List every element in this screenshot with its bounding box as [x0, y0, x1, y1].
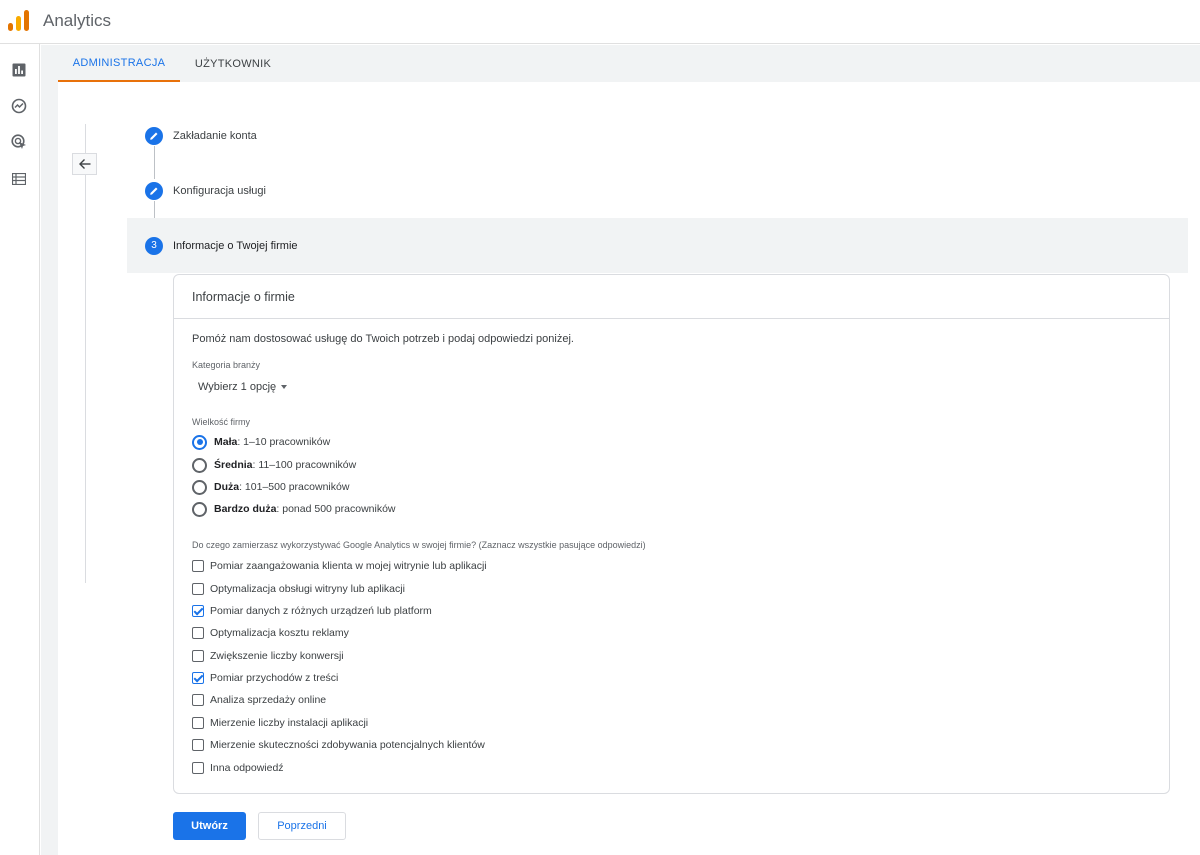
usage-question-label: Do czego zamierzasz wykorzystywać Google… [192, 540, 646, 550]
advertising-icon[interactable] [10, 133, 28, 151]
company-size-label: Wielkość firmy [192, 417, 250, 427]
checkbox-usage-optimize-site[interactable]: Optymalizacja obsługi witryny lub aplika… [192, 582, 405, 596]
arrow-back-icon [78, 159, 90, 169]
checkbox-usage-content-revenue[interactable]: Pomiar przychodów z treści [192, 671, 338, 685]
step-label: Konfiguracja usługi [173, 184, 266, 197]
industry-dropdown[interactable]: Wybierz 1 opcję [198, 381, 288, 393]
step-account-setup[interactable]: Zakładanie konta [127, 108, 1188, 163]
step-label: Informacje o Twojej firmie [173, 239, 298, 252]
checkbox[interactable] [192, 583, 204, 595]
step-business-info: 3 Informacje o Twojej firmie [127, 218, 1188, 273]
back-button[interactable] [72, 153, 97, 175]
checkbox-usage-ad-cost[interactable]: Optymalizacja kosztu reklamy [192, 626, 349, 640]
radio-button[interactable] [192, 434, 207, 450]
checkbox[interactable] [192, 762, 204, 774]
checkbox[interactable] [192, 560, 204, 572]
analytics-logo-icon [8, 10, 29, 31]
edit-pencil-icon [145, 126, 163, 145]
side-divider [85, 124, 86, 583]
step-label: Zakładanie konta [173, 129, 257, 142]
checkbox-usage-conversions[interactable]: Zwiększenie liczby konwersji [192, 649, 344, 663]
checkbox[interactable] [192, 717, 204, 729]
radio-button[interactable] [192, 501, 207, 517]
step-number-badge: 3 [145, 236, 163, 255]
industry-dropdown-value: Wybierz 1 opcję [198, 381, 277, 393]
app-title: Analytics [43, 11, 112, 30]
checkbox-usage-engagement[interactable]: Pomiar zaangażowania klienta w mojej wit… [192, 559, 487, 573]
checkbox[interactable] [192, 650, 204, 662]
radio-button[interactable] [192, 479, 207, 495]
business-info-card: Informacje o firmie Pomóż nam dostosować… [173, 274, 1170, 794]
create-button[interactable]: Utwórz [173, 812, 246, 840]
checkbox[interactable] [192, 672, 204, 684]
radio-size-very-large[interactable]: Bardzo duża: ponad 500 pracowników [192, 501, 396, 517]
industry-label: Kategoria branży [192, 360, 261, 370]
previous-button[interactable]: Poprzedni [258, 812, 346, 840]
radio-button[interactable] [192, 457, 207, 473]
intro-text: Pomóż nam dostosować usługę do Twoich po… [192, 333, 574, 345]
checkbox-usage-cross-device[interactable]: Pomiar danych z różnych urządzeń lub pla… [192, 604, 432, 618]
checkbox-usage-app-installs[interactable]: Mierzenie liczby instalacji aplikacji [192, 716, 368, 730]
checkbox[interactable] [192, 605, 204, 617]
top-bar: Analytics [0, 0, 1200, 44]
radio-size-large[interactable]: Duża: 101–500 pracowników [192, 479, 349, 495]
tab-uzytkownik[interactable]: UŻYTKOWNIK [180, 45, 286, 82]
dropdown-caret-icon [281, 385, 288, 389]
step-property-setup[interactable]: Konfiguracja usługi [127, 163, 1188, 218]
explore-icon[interactable] [10, 97, 28, 115]
reports-icon[interactable] [10, 61, 28, 79]
radio-size-small[interactable]: Mała: 1–10 pracowników [192, 434, 330, 450]
checkbox[interactable] [192, 739, 204, 751]
card-title: Informacje o firmie [192, 290, 295, 304]
checkbox[interactable] [192, 627, 204, 639]
checkbox-usage-lead-generation[interactable]: Mierzenie skuteczności zdobywania potenc… [192, 738, 485, 752]
checkbox-usage-other[interactable]: Inna odpowiedź [192, 761, 284, 775]
checkbox[interactable] [192, 694, 204, 706]
left-nav-rail [0, 44, 40, 855]
tab-administracja[interactable]: ADMINISTRACJA [58, 45, 180, 82]
card-header: Informacje o firmie [174, 275, 1169, 319]
radio-size-medium[interactable]: Średnia: 11–100 pracowników [192, 457, 356, 473]
edit-pencil-icon [145, 181, 163, 200]
configure-list-icon[interactable] [10, 170, 28, 188]
checkbox-usage-online-sales[interactable]: Analiza sprzedaży online [192, 693, 326, 707]
